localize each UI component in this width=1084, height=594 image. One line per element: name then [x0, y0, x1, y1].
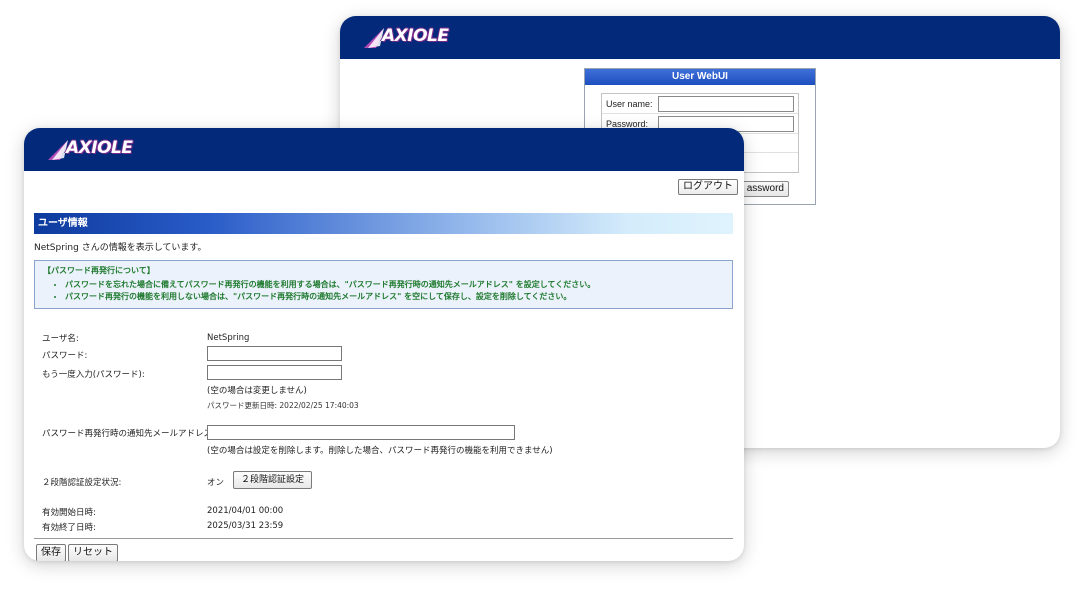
reset-email-input[interactable] — [207, 425, 515, 440]
axiole-logo: AXIOLE — [46, 136, 136, 164]
twofa-label: ２段階認証設定状況: — [42, 478, 122, 488]
password-input[interactable] — [207, 346, 342, 361]
divider — [34, 538, 733, 539]
username-label: ユーザ名: — [42, 334, 79, 344]
section-title: ユーザ情報 — [34, 213, 733, 234]
header-bar: AXIOLE — [340, 16, 1060, 59]
valid-from-label: 有効開始日時: — [42, 508, 96, 518]
username-label: User name: — [606, 98, 653, 109]
logo-text: AXIOLE — [382, 26, 449, 46]
valid-to-label: 有効終了日時: — [42, 523, 96, 533]
info-line: NetSpring さんの情報を表示しています。 — [34, 243, 207, 253]
reset-button[interactable]: リセット — [68, 544, 118, 561]
axiole-logo: AXIOLE — [362, 24, 452, 52]
reset-email-hint: (空の場合は設定を削除します。削除した場合、パスワード再発行の機能を利用できませ… — [207, 446, 553, 456]
username-input[interactable] — [658, 95, 794, 112]
notice-item: パスワード再発行の機能を利用しない場合は、"パスワード再発行時の通知先メールアド… — [65, 291, 724, 302]
password-updated: パスワード更新日時: 2022/02/25 17:40:03 — [207, 401, 359, 410]
password-hint: (空の場合は変更しません) — [207, 386, 307, 396]
valid-to-value: 2025/03/31 23:59 — [207, 521, 284, 531]
notice-item: パスワードを忘れた場合に備えてパスワード再発行の機能を利用する場合は、"パスワー… — [65, 279, 724, 290]
notice-title: 【パスワード再発行について】 — [43, 266, 155, 275]
username-value: NetSpring — [207, 333, 250, 343]
twofa-status: オン — [207, 478, 225, 488]
logout-button[interactable]: ログアウト — [678, 179, 738, 195]
password-confirm-label: もう一度入力(パスワード): — [42, 370, 145, 380]
header-bar: AXIOLE — [24, 128, 744, 171]
password-label: Password: — [606, 118, 649, 129]
login-panel-title: User WebUI — [585, 69, 815, 85]
valid-from-value: 2021/04/01 00:00 — [207, 506, 284, 516]
password-label: パスワード: — [42, 351, 88, 361]
save-button[interactable]: 保存 — [36, 544, 66, 561]
reset-email-label: パスワード再発行時の通知先メールアドレス: — [42, 429, 215, 439]
logo-text: AXIOLE — [66, 138, 133, 158]
user-info-window: AXIOLE ログアウト ユーザ情報 NetSpring さんの情報を表示してい… — [24, 128, 744, 561]
twofa-settings-button[interactable]: ２段階認証設定 — [233, 471, 312, 489]
password-confirm-input[interactable] — [207, 365, 342, 380]
password-reset-notice: 【パスワード再発行について】 パスワードを忘れた場合に備えてパスワード再発行の機… — [34, 260, 733, 309]
